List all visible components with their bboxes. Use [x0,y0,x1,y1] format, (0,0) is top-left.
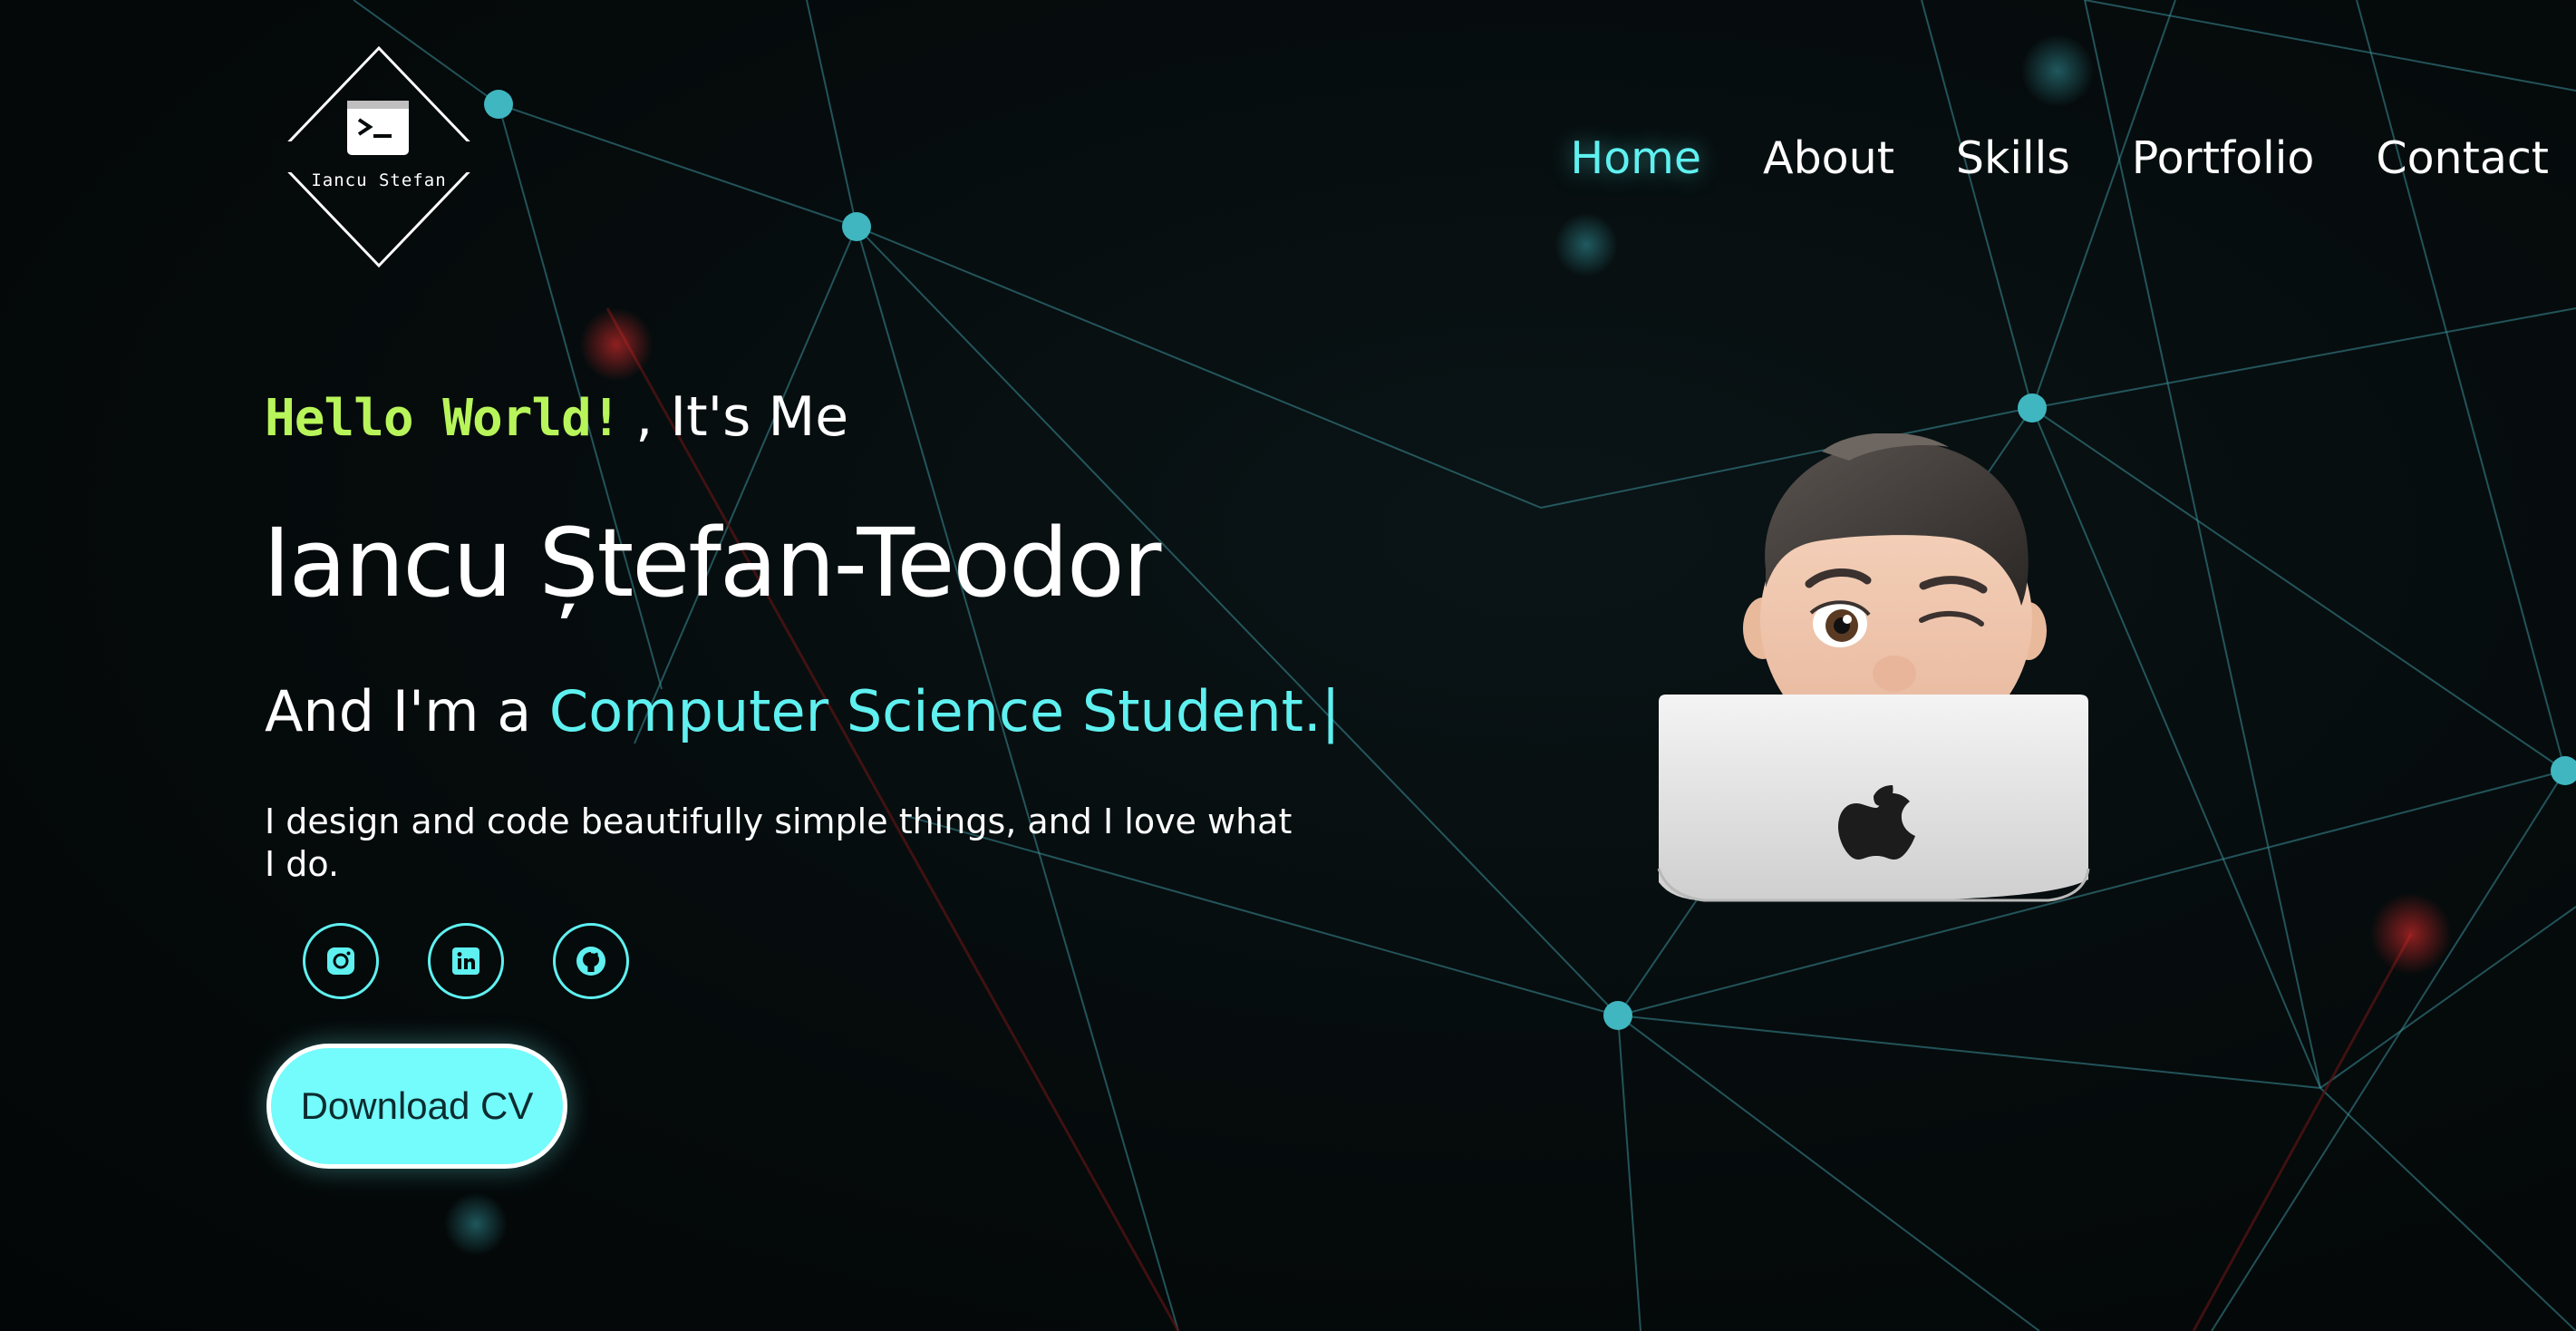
instagram-link[interactable] [303,923,379,999]
hero-description: I design and code beautifully simple thi… [265,802,1293,884]
nav-contact[interactable]: Contact [2376,132,2549,184]
download-cv-button[interactable]: Download CV [266,1044,567,1169]
linkedin-icon [452,947,479,975]
its-me-text: , It's Me [635,385,849,449]
nav-about[interactable]: About [1763,132,1894,184]
role-prefix: And I'm a [265,678,549,744]
nav-portfolio[interactable]: Portfolio [2132,132,2315,184]
role-line: And I'm a Computer Science Student.| [265,678,1341,744]
instagram-icon [327,947,354,975]
github-link[interactable] [553,923,629,999]
github-icon [576,947,605,976]
memoji-avatar [1657,433,2090,902]
terminal-icon [347,101,409,155]
hello-world-text: Hello World! [265,389,622,448]
greeting: Hello World! , It's Me [265,385,848,449]
typing-cursor: | [1321,678,1341,744]
social-links [303,923,629,999]
logo-text: Iancu Stefan [311,170,447,190]
nav-skills[interactable]: Skills [1956,132,2070,184]
main-nav: Home About Skills Portfolio Contact [1570,132,2549,184]
hero-name: Iancu Ștefan-Teodor [263,508,1161,618]
linkedin-link[interactable] [428,923,504,999]
nav-home[interactable]: Home [1570,132,1701,184]
site-logo[interactable]: Iancu Stefan [272,45,486,268]
logo-diamond [272,45,486,268]
role-highlight: Computer Science Student. [548,678,1322,744]
